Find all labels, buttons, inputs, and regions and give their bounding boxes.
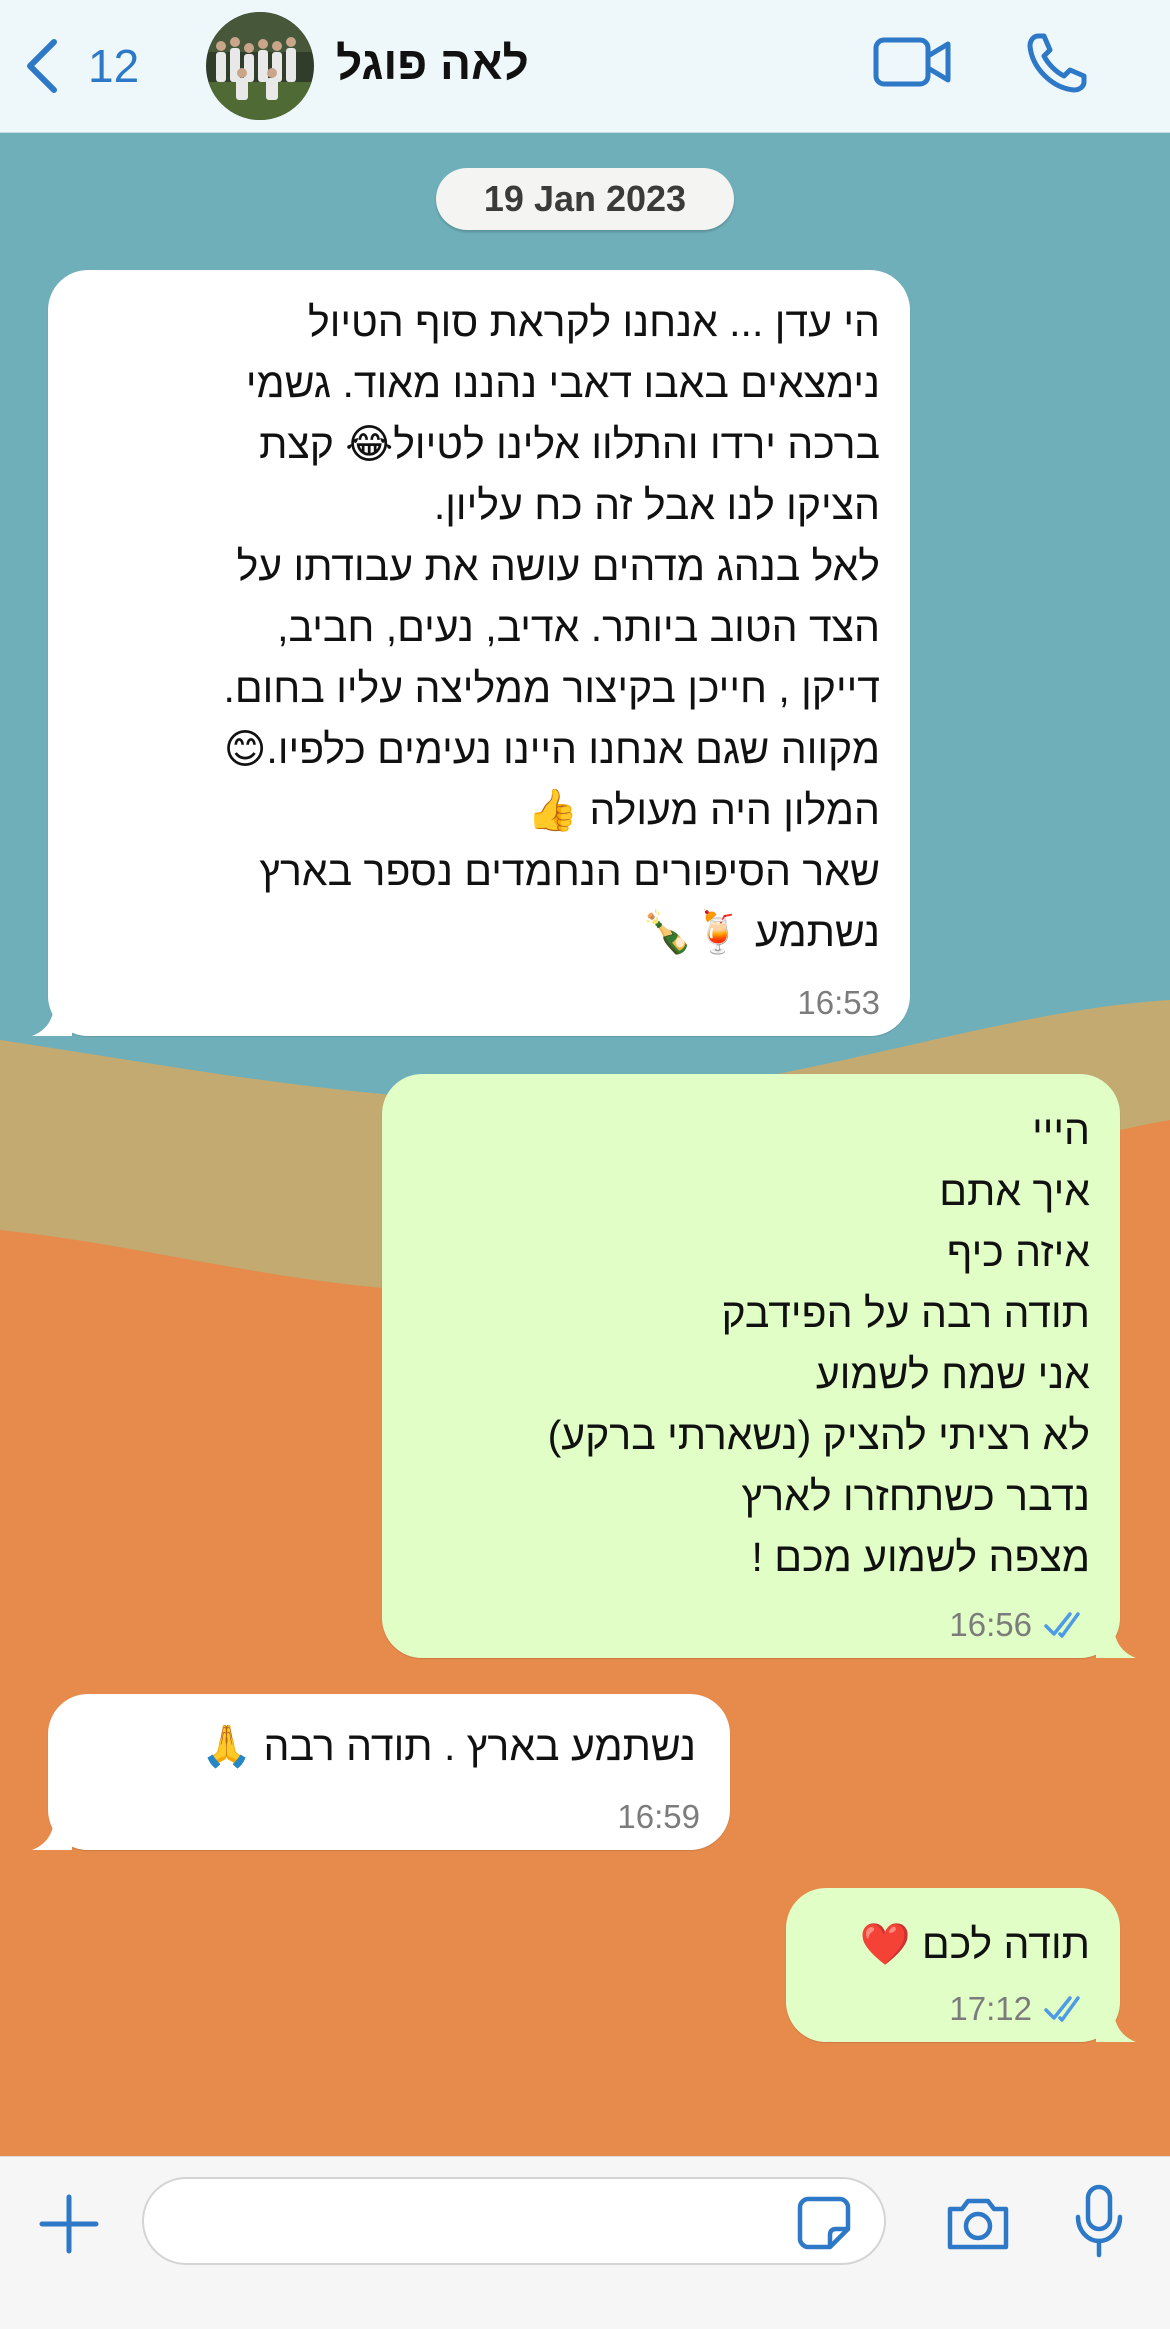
message-bubble-incoming[interactable]: נשתמע בארץ . תודה רבה 🙏 16:59: [32, 1694, 730, 1850]
read-receipt-icon: [1044, 1996, 1080, 2022]
bubble-tail: [32, 1810, 72, 1850]
voice-message-button[interactable]: [1072, 2183, 1126, 2268]
message-time: 17:12: [949, 1990, 1032, 2027]
message-input[interactable]: [142, 2177, 886, 2265]
voice-call-button[interactable]: [1024, 30, 1090, 96]
camera-button[interactable]: [944, 2193, 1012, 2258]
chevron-left-icon: [27, 39, 57, 93]
plus-icon: [39, 2194, 99, 2254]
bubble-tail: [32, 996, 72, 1036]
video-call-button[interactable]: [872, 32, 954, 92]
message-time: 16:56: [949, 1606, 1032, 1643]
bubble-tail: [1096, 2002, 1136, 2042]
camera-icon: [947, 2198, 1009, 2250]
message-bubble-incoming[interactable]: הי עדן ... אנחנו לקראת סוף הטיול נימצאים…: [32, 270, 910, 1036]
chat-header: 12 לאה פוגל: [0, 0, 1170, 133]
chat-screen: 12 לאה פוגל 19 Jan 2023 הי עדן ... אנחנו…: [0, 0, 1170, 2329]
date-separator: 19 Jan 2023: [436, 168, 734, 230]
message-text: הייי איך אתם איזה כיף תודה רבה על הפידבק…: [547, 1107, 1090, 1580]
group-photo-icon: [206, 12, 314, 120]
attach-button[interactable]: [38, 2193, 100, 2260]
message-text: נשתמע בארץ . תודה רבה 🙏: [201, 1723, 696, 1769]
sticker-button[interactable]: [796, 2195, 852, 2256]
message-text: תודה לכם ❤️: [859, 1921, 1090, 1967]
contact-name[interactable]: לאה פוגל: [336, 36, 529, 90]
sticker-icon: [797, 2196, 851, 2250]
message-time: 16:59: [617, 1798, 700, 1835]
avatar[interactable]: [206, 12, 314, 120]
video-call-icon: [873, 37, 951, 87]
phone-icon: [1027, 33, 1087, 93]
bubble-tail: [1096, 1618, 1136, 1658]
message-text: הי עדן ... אנחנו לקראת סוף הטיול נימצאים…: [223, 299, 880, 955]
message-bubble-outgoing[interactable]: תודה לכם ❤️ 17:12: [786, 1888, 1136, 2042]
message-time: 16:53: [797, 984, 880, 1021]
microphone-icon: [1075, 2184, 1123, 2258]
unread-count: 12: [88, 40, 140, 92]
read-receipt-icon: [1044, 1612, 1080, 1638]
message-composer: [0, 2156, 1170, 2329]
message-bubble-outgoing[interactable]: הייי איך אתם איזה כיף תודה רבה על הפידבק…: [382, 1074, 1136, 1658]
back-button[interactable]: 12: [22, 34, 139, 98]
